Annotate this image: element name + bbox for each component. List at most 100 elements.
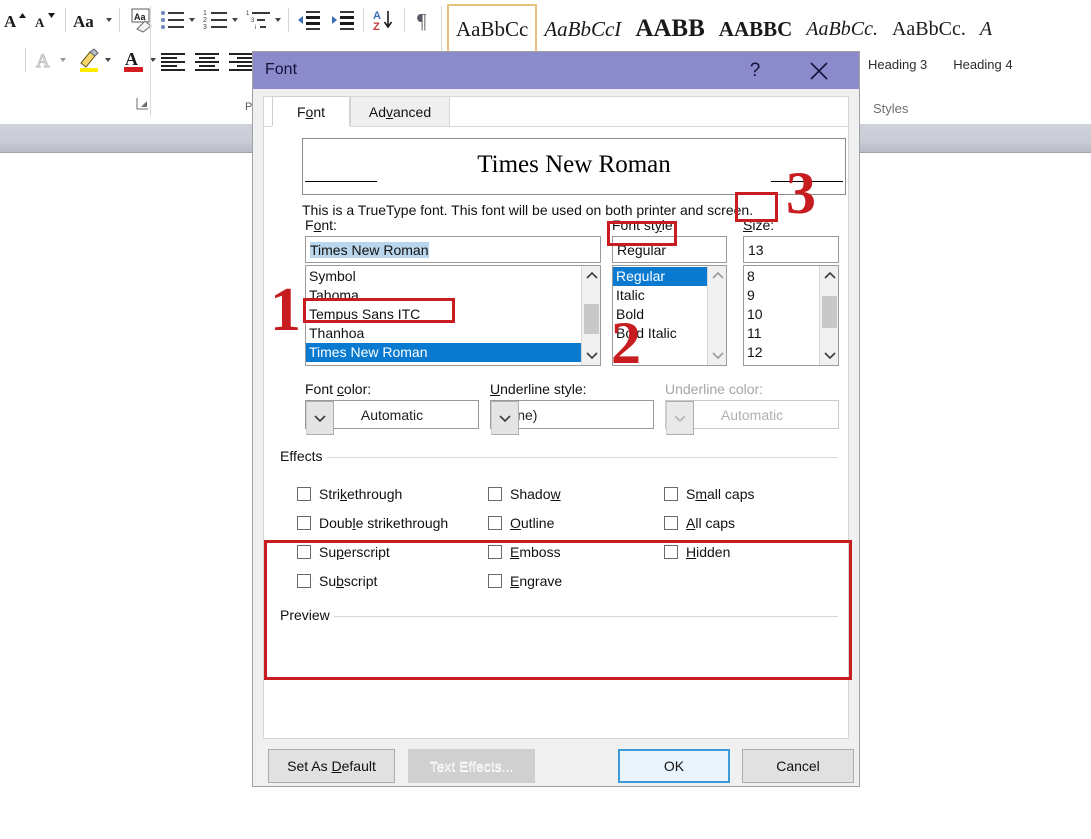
effect-checkbox-row[interactable]: Emboss: [488, 537, 562, 566]
checkbox[interactable]: [664, 545, 678, 559]
text-effects-button[interactable]: A: [31, 46, 68, 74]
style-name-heading4[interactable]: Heading 4: [953, 57, 1012, 72]
checkbox[interactable]: [488, 545, 502, 559]
chevron-down-icon[interactable]: [105, 58, 111, 62]
font-list-item[interactable]: Times New Roman: [306, 343, 581, 362]
chevron-down-icon[interactable]: [275, 18, 281, 22]
size-list[interactable]: 89101112: [743, 265, 839, 366]
size-list-scrollbar[interactable]: [819, 266, 838, 365]
font-style-list[interactable]: RegularItalicBoldBold Italic: [612, 265, 727, 366]
effect-checkbox-row[interactable]: Superscript: [297, 537, 448, 566]
effect-checkbox-row[interactable]: Small caps: [664, 479, 754, 508]
font-list-item[interactable]: Symbol: [306, 267, 581, 286]
scroll-down-icon[interactable]: [820, 346, 839, 365]
close-icon[interactable]: [796, 56, 842, 86]
font-list-scrollbar[interactable]: [581, 266, 600, 365]
align-center-button[interactable]: [190, 48, 224, 76]
font-style-input[interactable]: Regular: [612, 236, 727, 263]
style-title[interactable]: AaBbCc.: [799, 6, 885, 52]
scroll-down-icon[interactable]: [582, 346, 601, 365]
chevron-down-icon[interactable]: [106, 18, 112, 22]
effect-checkbox-row[interactable]: All caps: [664, 508, 754, 537]
tab-font[interactable]: Font: [272, 96, 350, 127]
effect-checkbox-row[interactable]: Shadow: [488, 479, 562, 508]
checkbox[interactable]: [488, 574, 502, 588]
checkbox[interactable]: [297, 574, 311, 588]
scroll-thumb[interactable]: [584, 304, 599, 334]
size-list-item[interactable]: 8: [744, 267, 819, 286]
checkbox[interactable]: [297, 516, 311, 530]
style-normal[interactable]: AaBbCc: [447, 4, 537, 54]
increase-indent-button[interactable]: [328, 6, 358, 34]
font-style-list-item[interactable]: Bold Italic: [613, 324, 707, 343]
scroll-up-icon[interactable]: [708, 266, 727, 285]
styles-group-label: Styles: [873, 101, 908, 116]
align-left-button[interactable]: [156, 48, 190, 76]
checkbox[interactable]: [664, 516, 678, 530]
font-list-item[interactable]: Tahoma: [306, 286, 581, 305]
checkbox[interactable]: [488, 487, 502, 501]
font-style-list-item[interactable]: Regular: [613, 267, 707, 286]
chevron-down-icon[interactable]: [306, 401, 334, 435]
font-list-item[interactable]: Thanhoa: [306, 324, 581, 343]
chevron-down-icon[interactable]: [189, 18, 195, 22]
chevron-down-icon[interactable]: [60, 58, 66, 62]
underline-style-dropdown[interactable]: (none): [490, 400, 654, 429]
font-dialog-launcher[interactable]: [128, 96, 158, 112]
style-extra[interactable]: A: [973, 6, 999, 52]
help-icon[interactable]: ?: [740, 58, 770, 84]
effect-checkbox-row[interactable]: Engrave: [488, 566, 562, 595]
chevron-down-icon[interactable]: [491, 401, 519, 435]
checkbox[interactable]: [488, 516, 502, 530]
styles-gallery[interactable]: AaBbCcAaBbCcIAABBAABBCAaBbCc.AaBbCc.A: [447, 3, 999, 55]
style-no-spacing[interactable]: AaBbCcI: [537, 6, 628, 52]
sort-button[interactable]: A Z: [369, 6, 399, 34]
font-style-list-item[interactable]: Bold: [613, 305, 707, 324]
paragraph-group-row2: [156, 48, 258, 76]
style-subtitle[interactable]: AaBbCc.: [885, 6, 973, 52]
scroll-thumb[interactable]: [822, 296, 837, 328]
chevron-down-icon[interactable]: [232, 18, 238, 22]
font-name-input[interactable]: Times New Roman: [305, 236, 601, 263]
size-list-item[interactable]: 9: [744, 286, 819, 305]
effect-checkbox-row[interactable]: Strikethrough: [297, 479, 448, 508]
font-style-list-item[interactable]: Italic: [613, 286, 707, 305]
effect-checkbox-row[interactable]: Hidden: [664, 537, 754, 566]
size-input[interactable]: 13: [743, 236, 839, 263]
numbering-button[interactable]: 1 2 3: [201, 6, 240, 34]
style-heading1[interactable]: AABB: [628, 6, 711, 52]
cancel-button[interactable]: Cancel: [742, 749, 854, 783]
checkbox[interactable]: [664, 487, 678, 501]
scroll-down-icon[interactable]: [708, 346, 727, 365]
dialog-title-bar[interactable]: Font ?: [253, 52, 859, 89]
set-as-default-button[interactable]: Set As Default: [268, 749, 395, 783]
show-formatting-marks-button[interactable]: ¶: [410, 6, 440, 34]
multilevel-list-button[interactable]: 1 3 i: [244, 6, 283, 34]
bullets-button[interactable]: [158, 6, 197, 34]
change-case-button[interactable]: Aa: [71, 6, 114, 34]
effect-checkbox-row[interactable]: Double strikethrough: [297, 508, 448, 537]
checkbox[interactable]: [297, 545, 311, 559]
size-list-item[interactable]: 11: [744, 324, 819, 343]
font-style-scrollbar[interactable]: [707, 266, 726, 365]
scroll-up-icon[interactable]: [820, 266, 839, 285]
shrink-font-button[interactable]: A: [30, 6, 60, 34]
effect-checkbox-row[interactable]: Outline: [488, 508, 562, 537]
ok-button[interactable]: OK: [618, 749, 730, 783]
size-list-item[interactable]: 12: [744, 343, 819, 362]
font-color-button[interactable]: A: [119, 46, 158, 74]
font-list-item[interactable]: Tempus Sans ITC: [306, 305, 581, 324]
size-list-item[interactable]: 10: [744, 305, 819, 324]
text-highlight-color-button[interactable]: [74, 46, 113, 74]
tab-advanced[interactable]: Advanced: [350, 96, 450, 127]
grow-font-button[interactable]: A: [0, 6, 30, 34]
effect-checkbox-row[interactable]: Subscript: [297, 566, 448, 595]
clear-formatting-button[interactable]: Aa: [125, 6, 159, 34]
style-heading2[interactable]: AABBC: [712, 6, 800, 52]
checkbox[interactable]: [297, 487, 311, 501]
decrease-indent-button[interactable]: [294, 6, 324, 34]
font-list[interactable]: SymbolTahomaTempus Sans ITCThanhoaTimes …: [305, 265, 601, 366]
scroll-up-icon[interactable]: [582, 266, 601, 285]
style-name-heading3[interactable]: Heading 3: [868, 57, 927, 72]
font-color-dropdown[interactable]: Automatic: [305, 400, 479, 429]
